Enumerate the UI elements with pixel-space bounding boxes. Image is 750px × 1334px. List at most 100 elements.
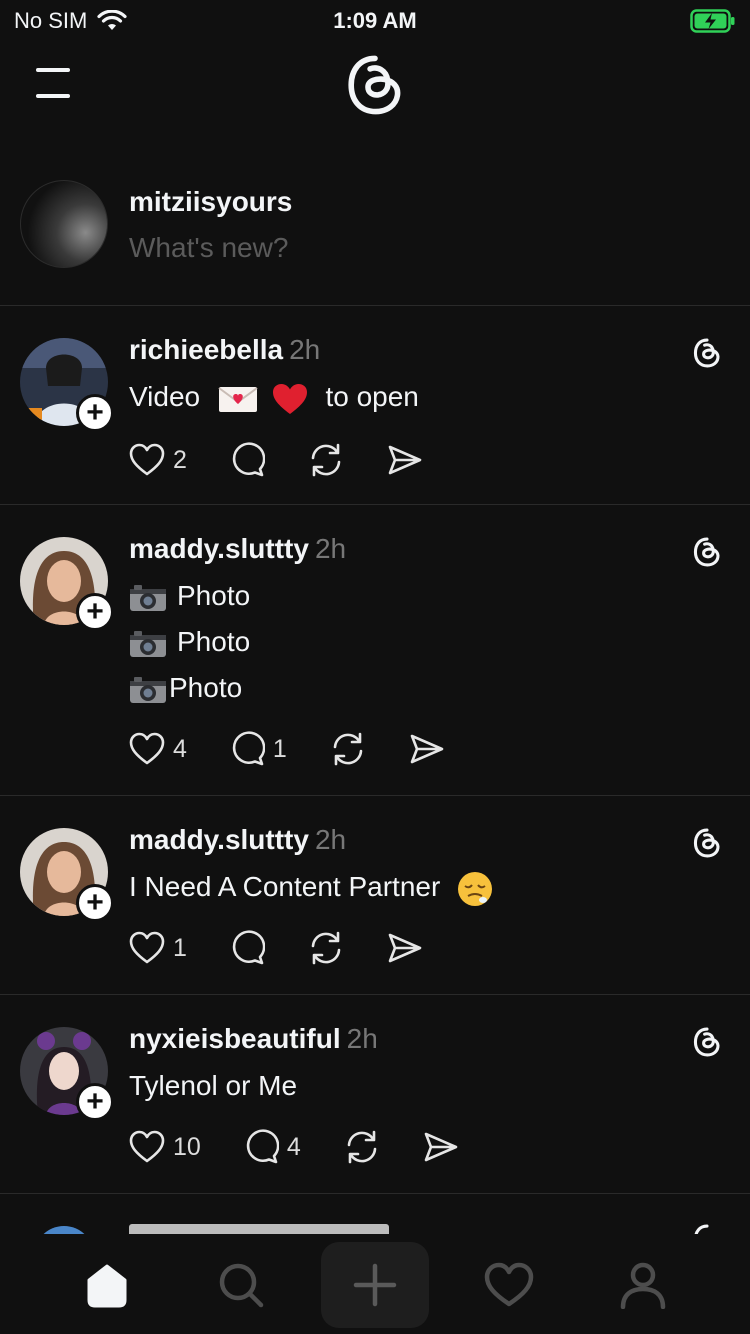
follow-plus-icon[interactable]: +: [76, 394, 114, 432]
post-actions: 1: [129, 930, 465, 966]
post-text: Video: [129, 381, 201, 412]
share-button[interactable]: [387, 932, 423, 964]
like-button[interactable]: 4: [129, 732, 187, 766]
reply-button[interactable]: [229, 930, 265, 966]
hamburger-icon[interactable]: [36, 68, 76, 98]
post-time: 2h: [314, 533, 347, 564]
activity-heart-icon: [484, 1262, 534, 1307]
post-text: Photo: [169, 672, 243, 703]
post-meta: richieebella 2h: [129, 334, 320, 366]
like-count: 10: [173, 1132, 201, 1161]
avatar-container[interactable]: +: [20, 537, 114, 631]
repost-button[interactable]: [307, 442, 345, 478]
composer-username: mitziisyours: [129, 186, 293, 217]
post-username[interactable]: maddy.sluttty: [129, 533, 309, 564]
reply-button[interactable]: [229, 442, 265, 478]
send-icon: [388, 445, 422, 475]
avatar[interactable]: [20, 180, 108, 268]
send-icon: [388, 933, 422, 963]
share-button[interactable]: [409, 733, 445, 765]
thread-post-partial[interactable]: [0, 1194, 750, 1234]
threads-icon[interactable]: [690, 1222, 724, 1234]
tab-home[interactable]: [53, 1242, 161, 1328]
threads-icon[interactable]: [690, 1025, 724, 1059]
like-button[interactable]: 1: [129, 931, 187, 965]
post-text: to open: [325, 381, 419, 412]
comment-icon: [232, 442, 265, 477]
heart-icon: [129, 443, 165, 476]
like-button[interactable]: 10: [129, 1130, 201, 1164]
post-actions: 4 1: [129, 731, 487, 767]
camera-icon: [130, 630, 166, 657]
thread-post[interactable]: + richieebella 2h Video to open 2: [0, 306, 750, 505]
post-body: Tylenol or Me: [129, 1063, 297, 1109]
app-header: [0, 40, 750, 140]
carrier-label: No SIM: [14, 8, 88, 33]
avatar-container[interactable]: +: [20, 828, 114, 922]
threads-icon[interactable]: [690, 826, 724, 860]
like-count: 4: [173, 734, 187, 763]
post-text: Photo: [177, 626, 251, 657]
post-time: 2h: [289, 334, 321, 365]
compose-icon: [353, 1263, 397, 1307]
post-username[interactable]: nyxieisbeautiful: [129, 1023, 341, 1054]
post-username[interactable]: richieebella: [129, 334, 283, 365]
comment-icon: [246, 1129, 279, 1164]
heart-icon: [129, 1130, 165, 1163]
repost-icon: [347, 1130, 377, 1164]
post-body: Photo Photo Photo: [129, 573, 250, 711]
share-button[interactable]: [387, 444, 423, 476]
repost-icon: [311, 443, 341, 477]
post-text: Photo: [177, 580, 251, 611]
like-button[interactable]: 2: [129, 443, 187, 477]
post-body: Video to open: [129, 374, 419, 420]
post-meta: maddy.sluttty 2h: [129, 533, 346, 565]
thread-post[interactable]: + maddy.sluttty 2h Photo Photo Photo 4 1: [0, 505, 750, 796]
bottom-tab-bar: [0, 1234, 750, 1334]
comment-icon: [232, 731, 265, 766]
share-button[interactable]: [423, 1131, 459, 1163]
follow-plus-icon[interactable]: +: [76, 884, 114, 922]
tab-activity[interactable]: [455, 1242, 563, 1328]
tab-profile[interactable]: [589, 1242, 697, 1328]
avatar[interactable]: [34, 1226, 94, 1234]
post-time: 2h: [346, 1023, 378, 1054]
home-icon: [87, 1264, 127, 1308]
repost-button[interactable]: [307, 930, 345, 966]
post-text: Tylenol or Me: [129, 1070, 298, 1101]
thread-post[interactable]: + nyxieisbeautiful 2h Tylenol or Me 10 4: [0, 995, 750, 1194]
wifi-icon: [97, 10, 127, 30]
tab-search[interactable]: [187, 1242, 295, 1328]
love-letter-icon: [218, 386, 258, 412]
new-thread-composer[interactable]: mitziisyours What's new?: [0, 160, 750, 306]
thread-post[interactable]: + maddy.sluttty 2h I Need A Content Partn…: [0, 796, 750, 995]
battery-charging-icon: [690, 9, 735, 33]
reply-count: 1: [272, 734, 287, 763]
camera-icon: [130, 676, 166, 703]
post-actions: 2: [129, 442, 465, 478]
post-meta: nyxieisbeautiful 2h: [129, 1023, 378, 1055]
status-bar: No SIM 1:09 AM: [0, 0, 750, 40]
avatar-container[interactable]: +: [20, 1027, 114, 1121]
tab-compose[interactable]: [321, 1242, 429, 1328]
repost-button[interactable]: [343, 1129, 381, 1165]
follow-plus-icon[interactable]: +: [76, 1083, 114, 1121]
post-meta: maddy.sluttty 2h: [129, 824, 346, 856]
threads-icon[interactable]: [690, 336, 724, 370]
threads-icon[interactable]: [690, 535, 724, 569]
threads-logo-icon[interactable]: [340, 50, 410, 120]
composer-placeholder[interactable]: What's new?: [129, 232, 288, 264]
avatar-container[interactable]: +: [20, 338, 114, 432]
repost-button[interactable]: [329, 731, 367, 767]
red-heart-icon: [272, 383, 307, 414]
reply-button[interactable]: 4: [243, 1129, 301, 1165]
post-actions: 10 4: [129, 1129, 501, 1165]
post-username-cutoff: [129, 1224, 389, 1234]
reply-button[interactable]: 1: [229, 731, 287, 767]
post-username[interactable]: maddy.sluttty: [129, 824, 309, 855]
search-icon: [219, 1263, 264, 1308]
post-body: I Need A Content Partner: [129, 864, 494, 910]
repost-icon: [311, 931, 341, 965]
follow-plus-icon[interactable]: +: [76, 593, 114, 631]
repost-icon: [333, 732, 363, 766]
